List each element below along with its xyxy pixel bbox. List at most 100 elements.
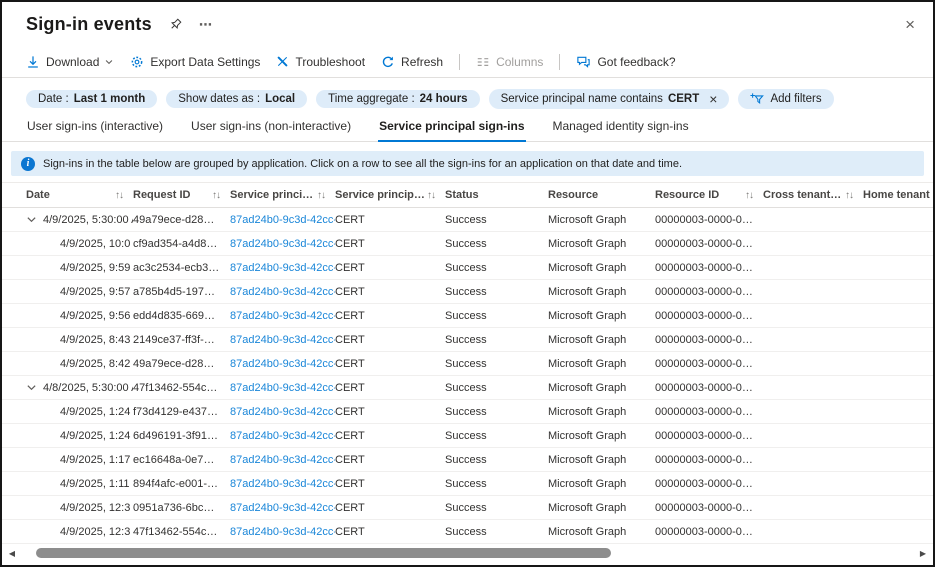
cell-request-id: 894f4afc-e001-4ddb...	[133, 478, 230, 490]
table-row[interactable]: 4/9/2025, 9:57a785b4d5-1977-4f1...87ad24…	[2, 280, 933, 304]
troubleshoot-button[interactable]: Troubleshoot	[276, 55, 365, 69]
cell-request-id: 47f13462-554c-4066...	[133, 526, 230, 538]
service-principal-id-link[interactable]: 87ad24b0-9c3d-42cc-a	[230, 406, 335, 418]
table-row[interactable]: 4/9/2025, 8:432149ce37-ff3f-471b-...87ad…	[2, 328, 933, 352]
column-header-cross-tenant-acc[interactable]: Cross tenant acc...↑↓	[763, 189, 863, 201]
cell-status: Success	[445, 286, 548, 298]
table-row[interactable]: 4/9/2025, 12:30951a736-6bc1-493...87ad24…	[2, 496, 933, 520]
cell-resource-id: 00000003-0000-000...	[655, 406, 763, 418]
column-header-label: Resource	[548, 189, 598, 201]
tab-user-sign-ins-non-interactive[interactable]: User sign-ins (non-interactive)	[190, 110, 352, 141]
table-row[interactable]: 4/9/2025, 10:0cf9ad354-a4d8-47f6...87ad2…	[2, 232, 933, 256]
service-principal-id-link[interactable]: 87ad24b0-9c3d-42cc-a	[230, 478, 335, 490]
filter-pill-date[interactable]: Date :Last 1 month	[26, 90, 157, 108]
column-header-resource[interactable]: Resource	[548, 189, 655, 201]
service-principal-id-link[interactable]: 87ad24b0-9c3d-42cc-a	[230, 526, 335, 538]
more-options-icon[interactable]: ⋯	[199, 17, 213, 33]
column-header-date[interactable]: Date ↑↓	[26, 189, 133, 201]
filter-pill-value: Local	[265, 93, 295, 105]
scrollbar-track[interactable]	[18, 548, 917, 559]
remove-filter-icon[interactable]: ×	[709, 92, 717, 106]
service-principal-id-link[interactable]: 87ad24b0-9c3d-42cc-a	[230, 358, 335, 370]
sort-icon[interactable]: ↑↓	[745, 190, 753, 201]
cell-resource-id: 00000003-0000-000...	[655, 478, 763, 490]
filter-pill-label: Date :	[38, 93, 69, 105]
table-row[interactable]: 4/9/2025, 5:30:00 A49a79ece-d281-46a...8…	[2, 208, 933, 232]
service-principal-id-link[interactable]: 87ad24b0-9c3d-42cc-a	[230, 262, 335, 274]
column-header-label: Date	[26, 189, 50, 201]
cell-request-id: 49a79ece-d281-46a...	[133, 358, 230, 370]
sort-icon[interactable]: ↑↓	[115, 190, 123, 201]
cell-request-id: 49a79ece-d281-46a...	[133, 214, 230, 226]
cell-status: Success	[445, 214, 548, 226]
cell-service-principal-name: CERT	[335, 286, 445, 298]
add-filters-button[interactable]: Add filters	[738, 89, 833, 109]
refresh-button[interactable]: Refresh	[381, 55, 443, 69]
cell-status: Success	[445, 406, 548, 418]
toolbar-item-label: Export Data Settings	[150, 55, 260, 69]
column-header-service-principal[interactable]: Service principal...↑↓	[335, 189, 445, 201]
service-principal-id-link[interactable]: 87ad24b0-9c3d-42cc-a	[230, 454, 335, 466]
table-row[interactable]: 4/9/2025, 1:17ec16648a-0e72-42c2...87ad2…	[2, 448, 933, 472]
service-principal-id-link[interactable]: 87ad24b0-9c3d-42cc-a	[230, 502, 335, 514]
table-row[interactable]: 4/9/2025, 1:246d496191-3f91-4925...87ad2…	[2, 424, 933, 448]
service-principal-id-link[interactable]: 87ad24b0-9c3d-42cc-a	[230, 382, 335, 394]
cell-date: 4/9/2025, 9:57	[26, 286, 133, 298]
cell-date: 4/9/2025, 9:56	[26, 310, 133, 322]
table-row[interactable]: 4/9/2025, 9:59ac3c2534-ecb3-4232...87ad2…	[2, 256, 933, 280]
table-row[interactable]: 4/9/2025, 9:56edd4d835-669c-41f2...87ad2…	[2, 304, 933, 328]
download-button[interactable]: Download	[26, 55, 114, 69]
horizontal-scrollbar[interactable]: ◀ ▶	[6, 547, 929, 560]
download-icon	[26, 55, 40, 69]
tab-managed-identity-sign-ins[interactable]: Managed identity sign-ins	[552, 110, 690, 141]
column-header-service-principal[interactable]: Service principal...↑↓	[230, 189, 335, 201]
column-header-status[interactable]: Status	[445, 189, 548, 201]
cell-resource-id: 00000003-0000-000...	[655, 286, 763, 298]
tab-user-sign-ins-interactive[interactable]: User sign-ins (interactive)	[26, 110, 164, 141]
column-header-resource-id[interactable]: Resource ID↑↓	[655, 189, 763, 201]
cell-service-principal-name: CERT	[335, 214, 445, 226]
filter-pill-time-aggregate[interactable]: Time aggregate :24 hours	[316, 90, 479, 108]
table-row[interactable]: 4/9/2025, 12:347f13462-554c-4066...87ad2…	[2, 520, 933, 544]
close-icon[interactable]: ×	[905, 16, 915, 33]
column-header-request-id[interactable]: Request ID↑↓	[133, 189, 230, 201]
column-header-home-tenant[interactable]: Home tenant	[863, 189, 933, 201]
scroll-right-icon[interactable]: ▶	[917, 549, 929, 558]
table-row[interactable]: 4/9/2025, 1:11894f4afc-e001-4ddb...87ad2…	[2, 472, 933, 496]
cell-resource-id: 00000003-0000-000...	[655, 526, 763, 538]
cell-status: Success	[445, 382, 548, 394]
cell-service-principal-id: 87ad24b0-9c3d-42cc-a	[230, 214, 335, 226]
chevron-down-icon	[104, 57, 114, 67]
filter-pill-label: Show dates as :	[178, 93, 260, 105]
sort-icon[interactable]: ↑↓	[845, 190, 853, 201]
expand-chevron-icon[interactable]	[26, 214, 37, 225]
cell-status: Success	[445, 454, 548, 466]
sort-icon[interactable]: ↑↓	[212, 190, 220, 201]
expand-chevron-icon[interactable]	[26, 382, 37, 393]
filter-pill-service-principal-name-contains[interactable]: Service principal name containsCERT×	[489, 89, 730, 109]
pin-icon[interactable]	[168, 17, 183, 32]
scroll-left-icon[interactable]: ◀	[6, 549, 18, 558]
scrollbar-thumb[interactable]	[36, 548, 611, 558]
info-banner: i Sign-ins in the table below are groupe…	[11, 151, 924, 176]
export-data-settings-button[interactable]: Export Data Settings	[130, 55, 260, 69]
service-principal-id-link[interactable]: 87ad24b0-9c3d-42cc-a	[230, 214, 335, 226]
tab-service-principal-sign-ins[interactable]: Service principal sign-ins	[378, 110, 525, 141]
sort-icon[interactable]: ↑↓	[317, 190, 325, 201]
service-principal-id-link[interactable]: 87ad24b0-9c3d-42cc-a	[230, 286, 335, 298]
table-row[interactable]: 4/8/2025, 5:30:00 A47f13462-554c-4066...…	[2, 376, 933, 400]
column-header-label: Home tenant	[863, 189, 930, 201]
filter-pill-show-dates-as[interactable]: Show dates as : Local	[166, 90, 307, 108]
service-principal-id-link[interactable]: 87ad24b0-9c3d-42cc-a	[230, 238, 335, 250]
sort-icon[interactable]: ↑↓	[427, 190, 435, 201]
toolbar-divider	[559, 54, 560, 70]
service-principal-id-link[interactable]: 87ad24b0-9c3d-42cc-a	[230, 430, 335, 442]
toolbar-item-label: Got feedback?	[597, 55, 675, 69]
table-row[interactable]: 4/9/2025, 8:4249a79ece-d281-46a...87ad24…	[2, 352, 933, 376]
service-principal-id-link[interactable]: 87ad24b0-9c3d-42cc-a	[230, 310, 335, 322]
service-principal-id-link[interactable]: 87ad24b0-9c3d-42cc-a	[230, 334, 335, 346]
got-feedback-button[interactable]: Got feedback?	[576, 54, 675, 69]
cell-resource-id: 00000003-0000-000...	[655, 238, 763, 250]
add-filters-label: Add filters	[770, 93, 821, 105]
table-row[interactable]: 4/9/2025, 1:24f73d4129-e437-4aa6...87ad2…	[2, 400, 933, 424]
